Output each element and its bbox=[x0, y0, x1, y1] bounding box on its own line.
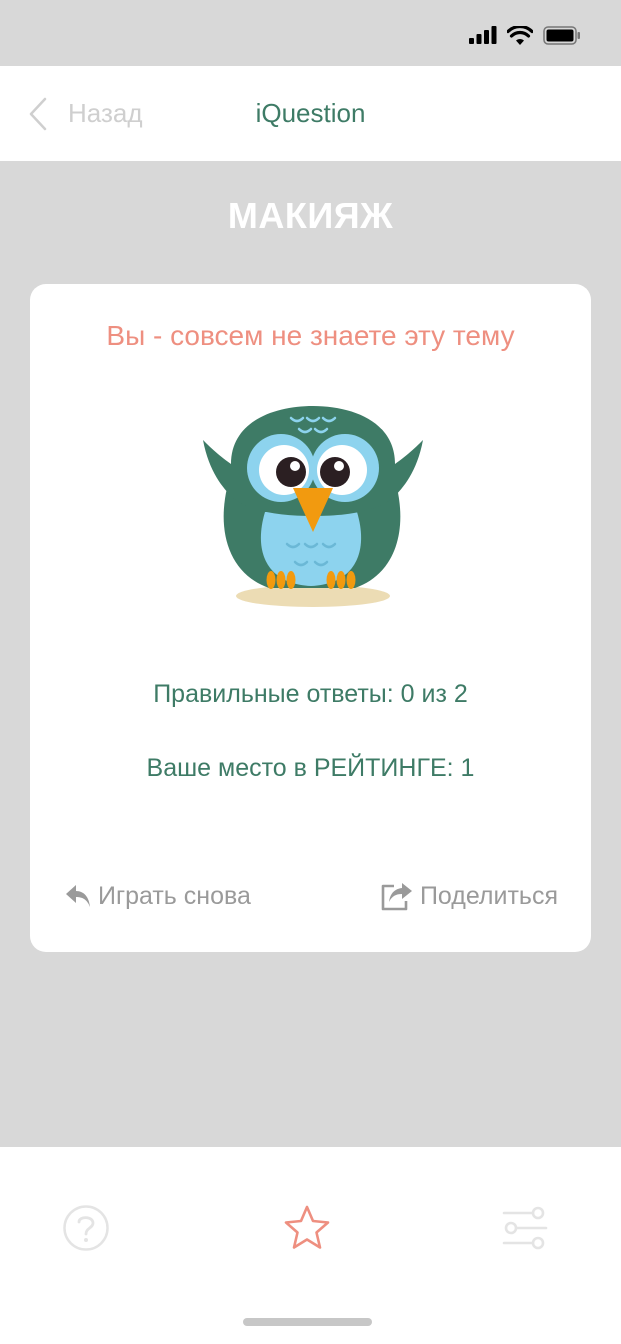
sliders-icon bbox=[502, 1206, 548, 1250]
reply-arrow-icon bbox=[66, 885, 90, 907]
status-bar bbox=[0, 0, 621, 66]
status-icons bbox=[469, 24, 581, 46]
tab-bar bbox=[0, 1147, 621, 1344]
tab-settings[interactable] bbox=[500, 1203, 550, 1253]
wifi-icon bbox=[507, 25, 533, 45]
share-label: Поделиться bbox=[419, 881, 558, 910]
signal-icon bbox=[469, 26, 497, 44]
battery-icon bbox=[543, 25, 580, 45]
nav-bar: Назад iQuestion bbox=[0, 66, 621, 161]
question-circle-icon bbox=[63, 1205, 109, 1251]
share-button[interactable]: Поделиться bbox=[380, 878, 558, 914]
play-again-label: Играть снова bbox=[98, 881, 251, 910]
owl-illustration bbox=[203, 406, 423, 607]
play-again-button[interactable]: Играть снова bbox=[64, 878, 251, 914]
home-indicator bbox=[243, 1318, 372, 1326]
result-title: Вы - совсем не знаете эту тему bbox=[106, 320, 515, 351]
tab-help[interactable] bbox=[61, 1203, 111, 1253]
nav-title: iQuestion bbox=[255, 98, 366, 128]
rating-place-text: Ваше место в РЕЙТИНГЕ: 1 bbox=[146, 754, 475, 782]
result-card: Вы - совсем не знаете эту тему Правильны… bbox=[30, 284, 591, 952]
share-icon bbox=[381, 883, 412, 911]
topic-title: МАКИЯЖ bbox=[227, 195, 394, 236]
star-icon bbox=[284, 1205, 330, 1249]
card-actions: Играть снова Поделиться bbox=[30, 878, 591, 914]
tab-rating[interactable] bbox=[282, 1203, 332, 1253]
correct-answers-text: Правильные ответы: 0 из 2 bbox=[153, 680, 468, 708]
